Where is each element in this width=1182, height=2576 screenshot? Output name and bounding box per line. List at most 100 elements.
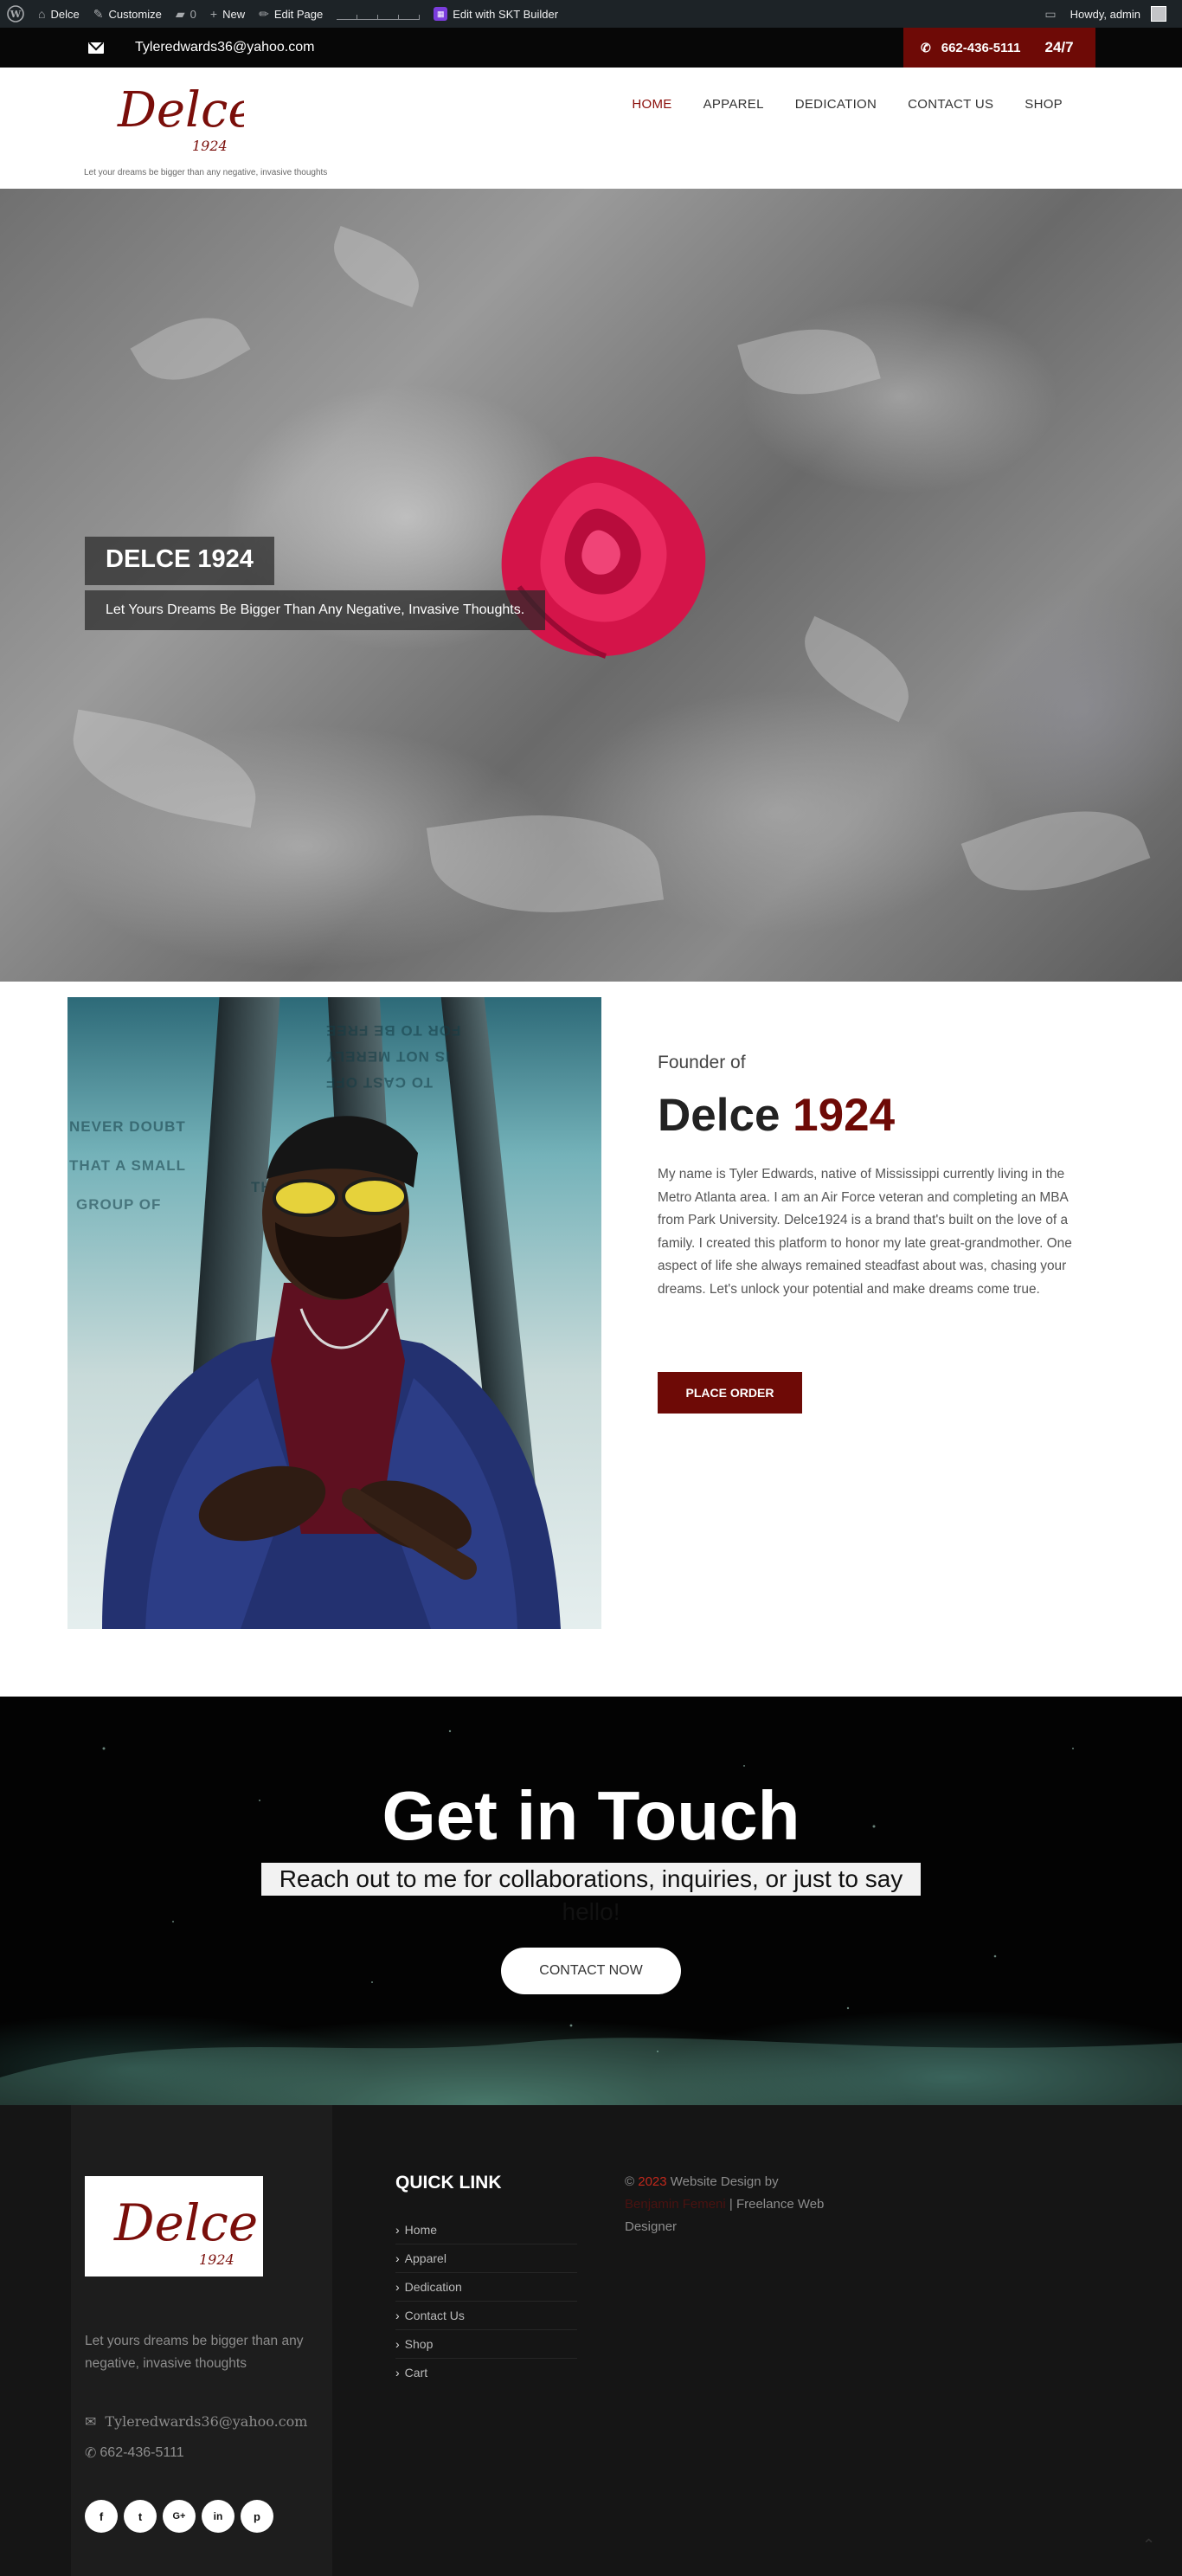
quick-link-shop[interactable]: › Shop [395,2330,577,2359]
adminbar-new[interactable]: + New [203,0,252,28]
founder-portrait [102,1116,561,1629]
adminbar-account[interactable]: Howdy, admin [1063,0,1182,28]
twitter-icon[interactable]: t [124,2500,157,2533]
quick-link-label: Shop [404,2337,434,2351]
quick-link-label: Contact Us [404,2309,465,2322]
chevron-right-icon: › [395,2251,400,2265]
pinterest-icon[interactable]: p [241,2500,273,2533]
founder-label: Founder of [658,1053,746,1072]
brush-icon: ✎ [93,6,104,21]
wordpress-logo-icon[interactable]: W [0,0,31,28]
quick-link-label: Cart [404,2366,428,2380]
quick-link-home[interactable]: › Home [395,2216,577,2244]
footer-email-text: Tyleredwards36@yahoo.com [105,2413,308,2430]
adminbar-site-name: Delce [50,7,80,21]
nav-item-apparel[interactable]: APPAREL [688,97,780,112]
facebook-icon[interactable]: f [85,2500,118,2533]
social-links: f t G+ in p [85,2500,273,2533]
chevron-right-icon: › [395,2280,400,2294]
plus-icon: + [209,7,218,21]
hero-leaf [788,615,925,723]
skt-builder-icon: ▦ [434,7,448,21]
get-in-touch-subtitle: Reach out to me for collaborations, inqu… [261,1863,921,1925]
avatar [1151,6,1166,22]
wp-admin-bar: W ⌂ Delce ✎ Customize ▰ 0 + New ✏ Edit P… [0,0,1182,28]
quick-link-dedication[interactable]: › Dedication [395,2273,577,2302]
logo-year-text: 1924 [192,138,228,154]
hero-leaf [960,784,1151,918]
phone-icon: ✆ [921,40,931,55]
adminbar-customize-label: Customize [108,7,162,21]
footer-tagline: Let yours dreams be bigger than any nega… [85,2334,304,2371]
adminbar-edit-page[interactable]: ✏ Edit Page [252,0,330,28]
quick-link-label: Home [404,2223,438,2237]
adminbar-new-label: New [222,7,246,21]
adminbar-comments[interactable]: ▰ 0 [169,0,203,28]
adminbar-customize[interactable]: ✎ Customize [87,0,169,28]
adminbar-search-field[interactable] [337,8,421,20]
topbar-email[interactable]: Tyleredwards36@yahoo.com [88,28,314,68]
credit-designer-link[interactable]: Benjamin Femeni [625,2197,726,2212]
google-plus-icon[interactable]: G+ [163,2500,196,2533]
footer-phone[interactable]: ✆ 662-436-5111 [85,2444,184,2462]
topbar-email-text: Tyleredwards36@yahoo.com [135,40,315,55]
hero-banner: DELCE 1924 Let Yours Dreams Be Bigger Th… [0,189,1182,982]
adminbar-edit-label: Edit Page [273,7,324,21]
get-in-touch-section: Get in Touch Reach out to me for collabo… [0,1697,1182,2105]
hero-leaf [323,225,430,308]
contact-now-button[interactable]: CONTACT NOW [501,1948,681,1994]
credit-year: 2023 [638,2174,667,2189]
founder-name-accent: 1924 [793,1090,896,1141]
availability-text: 24/7 [1044,39,1074,55]
hero-leaf [426,796,665,931]
nav-item-contact-us[interactable]: CONTACT US [892,97,1009,112]
pencil-icon: ✏ [259,6,269,21]
founder-name-main: Delce [658,1090,781,1141]
notification-icon: ▭ [1044,6,1057,21]
quick-link-label: Apparel [404,2251,446,2265]
main-nav: HOME APPAREL DEDICATION CONTACT US SHOP [616,97,1078,112]
credit-text: Website Design by [670,2174,779,2189]
envelope-icon: ✉ [85,2413,97,2430]
quick-link-title: QUICK LINK [395,2173,502,2193]
quick-link-apparel[interactable]: › Apparel [395,2244,577,2273]
copyright-symbol: © [625,2174,635,2189]
adminbar-notification[interactable]: ▭ [1037,0,1063,28]
howdy-label: Howdy, admin [1070,7,1140,21]
linkedin-icon[interactable]: in [202,2500,234,2533]
nav-item-shop[interactable]: SHOP [1009,97,1078,112]
chevron-right-icon: › [395,2309,400,2322]
hero-leaf [130,296,251,402]
nav-item-home[interactable]: HOME [616,97,687,112]
footer-credit: © 2023 Website Design by Benjamin Femeni… [625,2171,832,2238]
phone-icon: ✆ [85,2446,97,2461]
footer-email[interactable]: ✉ Tyleredwards36@yahoo.com [85,2413,307,2430]
quick-link-cart[interactable]: › Cart [395,2359,577,2387]
quick-link-contact-us[interactable]: › Contact Us [395,2302,577,2330]
topbar-phone-box[interactable]: ✆ 662-436-5111 24/7 [903,28,1095,68]
site-logo[interactable]: Delce 1924 [114,76,256,154]
comments-count: 0 [190,7,196,21]
footer-phone-text: 662-436-5111 [100,2445,184,2460]
quick-link-label: Dedication [404,2280,462,2294]
adminbar-skt-builder[interactable]: ▦ Edit with SKT Builder [427,7,565,21]
site-header: Delce 1924 Let your dreams be bigger tha… [0,68,1182,189]
chevron-right-icon: › [395,2223,400,2237]
skt-builder-label: Edit with SKT Builder [453,7,559,21]
hero-leaf [737,311,881,413]
logo-main-text: Delce [117,82,244,138]
quick-link-list: › Home › Apparel › Dedication › Contact Us ›… [395,2216,577,2387]
founder-photo: NEVER DOUBT THAT A SMALL GROUP OF TO CAS… [67,997,601,1629]
get-in-touch-title: Get in Touch [382,1777,800,1854]
back-to-top-icon[interactable]: ⌃ [1142,2536,1155,2554]
adminbar-site-link[interactable]: ⌂ Delce [31,0,87,28]
founder-bio: My name is Tyler Edwards, native of Miss… [658,1167,1072,1297]
nav-item-dedication[interactable]: DEDICATION [780,97,892,112]
place-order-button[interactable]: PLACE ORDER [658,1372,802,1414]
chevron-right-icon: › [395,2337,400,2351]
site-tagline: Let your dreams be bigger than any negat… [84,168,328,177]
hero-subtitle: Let Yours Dreams Be Bigger Than Any Nega… [85,590,546,630]
site-footer: Delce 1924 Let yours dreams be bigger th… [0,2105,1182,2576]
svg-text:W: W [10,9,22,20]
footer-logo[interactable]: Delce 1924 [85,2176,263,2277]
